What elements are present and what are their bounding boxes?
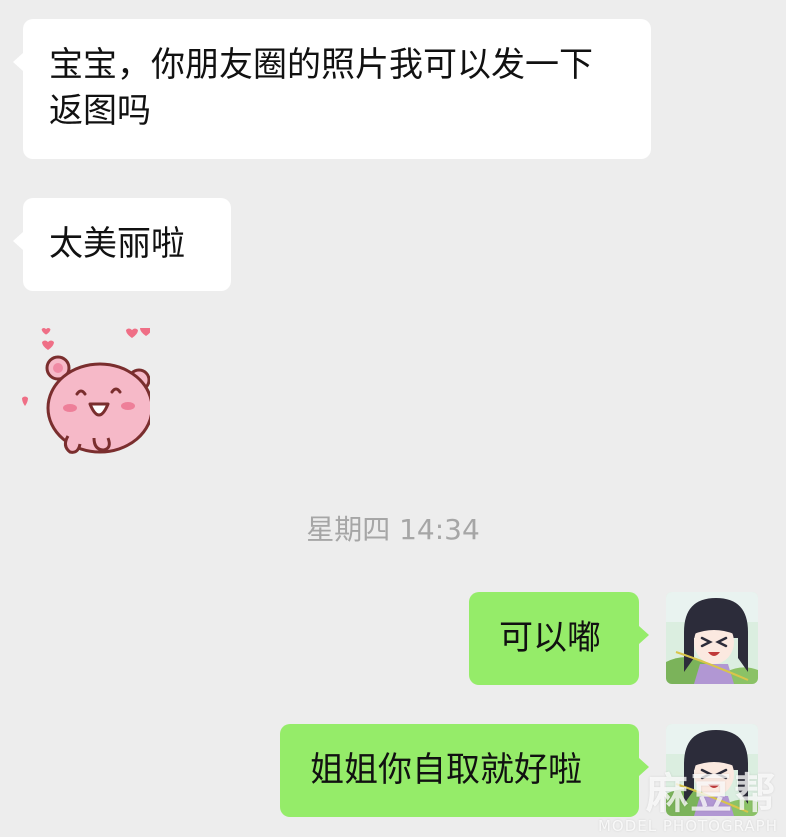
- message-text: 太美丽啦: [49, 224, 185, 264]
- message-text: 可以嘟: [499, 618, 601, 658]
- outgoing-message-bubble[interactable]: 姐姐你自取就好啦: [280, 724, 649, 817]
- timestamp-text: 星期四 14:34: [306, 513, 480, 546]
- message-text: 姐姐你自取就好啦: [310, 750, 582, 790]
- chat-area: 宝宝，你朋友圈的照片我可以发一下返图吗 太美丽啦 星期四 14:34 可以嘟 姐…: [0, 0, 786, 837]
- watermark-subtext: MODEL PHOTOGRAPH: [597, 817, 778, 835]
- anime-girl-avatar-icon[interactable]: [666, 724, 758, 816]
- pink-bear-sticker-icon[interactable]: [22, 326, 154, 456]
- incoming-message-bubble[interactable]: 太美丽啦: [13, 198, 231, 291]
- outgoing-message-bubble[interactable]: 可以嘟: [469, 592, 649, 685]
- timestamp: 星期四 14:34: [0, 512, 786, 548]
- incoming-message-bubble[interactable]: 宝宝，你朋友圈的照片我可以发一下返图吗: [13, 19, 651, 159]
- anime-girl-avatar-icon[interactable]: [666, 592, 758, 684]
- message-text: 宝宝，你朋友圈的照片我可以发一下返图吗: [49, 45, 593, 131]
